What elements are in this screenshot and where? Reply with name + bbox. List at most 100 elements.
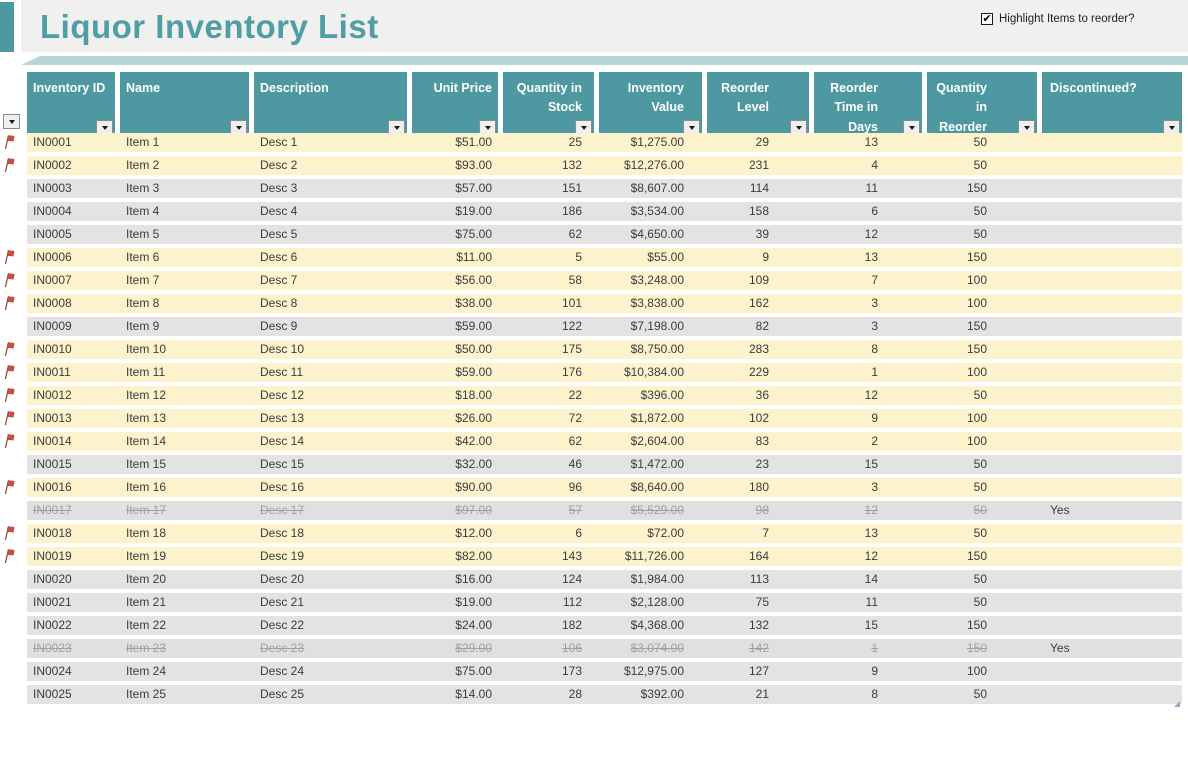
cell-unit_price[interactable]: $56.00: [412, 271, 498, 290]
cell-id[interactable]: IN0022: [27, 616, 115, 635]
cell-discontinued[interactable]: [1042, 593, 1182, 612]
cell-qty_reorder[interactable]: 50: [927, 593, 1037, 612]
cell-id[interactable]: IN0012: [27, 386, 115, 405]
cell-reorder_level[interactable]: 180: [707, 478, 809, 497]
cell-name[interactable]: Item 2: [120, 156, 249, 175]
cell-inv_value[interactable]: $10,384.00: [599, 363, 702, 382]
cell-id[interactable]: IN0025: [27, 685, 115, 704]
cell-reorder_level[interactable]: 23: [707, 455, 809, 474]
cell-unit_price[interactable]: $93.00: [412, 156, 498, 175]
cell-unit_price[interactable]: $51.00: [412, 133, 498, 152]
cell-id[interactable]: IN0006: [27, 248, 115, 267]
cell-discontinued[interactable]: Yes: [1042, 639, 1182, 658]
cell-reorder_days[interactable]: 1: [814, 363, 922, 382]
cell-name[interactable]: Item 7: [120, 271, 249, 290]
cell-discontinued[interactable]: [1042, 570, 1182, 589]
cell-reorder_level[interactable]: 142: [707, 639, 809, 658]
cell-unit_price[interactable]: $59.00: [412, 363, 498, 382]
cell-id[interactable]: IN0010: [27, 340, 115, 359]
cell-qty_reorder[interactable]: 50: [927, 386, 1037, 405]
cell-id[interactable]: IN0008: [27, 294, 115, 313]
cell-id[interactable]: IN0020: [27, 570, 115, 589]
cell-inv_value[interactable]: $3,838.00: [599, 294, 702, 313]
cell-qty_stock[interactable]: 106: [503, 639, 594, 658]
cell-desc[interactable]: Desc 20: [254, 570, 407, 589]
cell-reorder_days[interactable]: 15: [814, 616, 922, 635]
cell-reorder_days[interactable]: 8: [814, 685, 922, 704]
cell-name[interactable]: Item 13: [120, 409, 249, 428]
cell-desc[interactable]: Desc 24: [254, 662, 407, 681]
cell-desc[interactable]: Desc 10: [254, 340, 407, 359]
cell-inv_value[interactable]: $2,604.00: [599, 432, 702, 451]
cell-reorder_days[interactable]: 3: [814, 317, 922, 336]
cell-reorder_level[interactable]: 29: [707, 133, 809, 152]
cell-unit_price[interactable]: $14.00: [412, 685, 498, 704]
cell-name[interactable]: Item 3: [120, 179, 249, 198]
cell-discontinued[interactable]: [1042, 179, 1182, 198]
column-header-id[interactable]: Inventory ID: [27, 72, 115, 137]
cell-desc[interactable]: Desc 21: [254, 593, 407, 612]
cell-id[interactable]: IN0002: [27, 156, 115, 175]
cell-unit_price[interactable]: $75.00: [412, 225, 498, 244]
cell-discontinued[interactable]: [1042, 248, 1182, 267]
column-header-unit_price[interactable]: Unit Price: [412, 72, 498, 137]
cell-qty_stock[interactable]: 186: [503, 202, 594, 221]
cell-unit_price[interactable]: $75.00: [412, 662, 498, 681]
cell-discontinued[interactable]: [1042, 202, 1182, 221]
cell-qty_stock[interactable]: 173: [503, 662, 594, 681]
cell-reorder_days[interactable]: 15: [814, 455, 922, 474]
cell-inv_value[interactable]: $11,726.00: [599, 547, 702, 566]
cell-name[interactable]: Item 16: [120, 478, 249, 497]
cell-id[interactable]: IN0016: [27, 478, 115, 497]
cell-name[interactable]: Item 5: [120, 225, 249, 244]
cell-reorder_days[interactable]: 6: [814, 202, 922, 221]
cell-desc[interactable]: Desc 5: [254, 225, 407, 244]
cell-reorder_level[interactable]: 9: [707, 248, 809, 267]
cell-discontinued[interactable]: [1042, 455, 1182, 474]
cell-inv_value[interactable]: $8,750.00: [599, 340, 702, 359]
cell-reorder_level[interactable]: 7: [707, 524, 809, 543]
cell-qty_reorder[interactable]: 50: [927, 156, 1037, 175]
cell-reorder_level[interactable]: 83: [707, 432, 809, 451]
cell-desc[interactable]: Desc 12: [254, 386, 407, 405]
cell-unit_price[interactable]: $90.00: [412, 478, 498, 497]
column-header-qty_reorder[interactable]: Quantity in Reorder: [927, 72, 1037, 137]
cell-id[interactable]: IN0001: [27, 133, 115, 152]
cell-desc[interactable]: Desc 16: [254, 478, 407, 497]
cell-discontinued[interactable]: [1042, 386, 1182, 405]
cell-qty_stock[interactable]: 132: [503, 156, 594, 175]
cell-desc[interactable]: Desc 15: [254, 455, 407, 474]
cell-desc[interactable]: Desc 19: [254, 547, 407, 566]
cell-desc[interactable]: Desc 4: [254, 202, 407, 221]
cell-qty_stock[interactable]: 62: [503, 225, 594, 244]
cell-reorder_level[interactable]: 82: [707, 317, 809, 336]
cell-inv_value[interactable]: $1,872.00: [599, 409, 702, 428]
cell-desc[interactable]: Desc 1: [254, 133, 407, 152]
cell-reorder_level[interactable]: 164: [707, 547, 809, 566]
cell-inv_value[interactable]: $8,607.00: [599, 179, 702, 198]
cell-reorder_level[interactable]: 127: [707, 662, 809, 681]
column-header-discontinued[interactable]: Discontinued?: [1042, 72, 1182, 137]
cell-qty_reorder[interactable]: 50: [927, 570, 1037, 589]
cell-qty_stock[interactable]: 72: [503, 409, 594, 428]
checkbox-icon[interactable]: ✔: [981, 13, 993, 25]
cell-reorder_days[interactable]: 9: [814, 409, 922, 428]
cell-reorder_days[interactable]: 2: [814, 432, 922, 451]
cell-id[interactable]: IN0024: [27, 662, 115, 681]
cell-desc[interactable]: Desc 13: [254, 409, 407, 428]
cell-unit_price[interactable]: $18.00: [412, 386, 498, 405]
cell-discontinued[interactable]: [1042, 662, 1182, 681]
column-header-inv_value[interactable]: Inventory Value: [599, 72, 702, 137]
cell-id[interactable]: IN0005: [27, 225, 115, 244]
cell-discontinued[interactable]: [1042, 616, 1182, 635]
cell-discontinued[interactable]: [1042, 685, 1182, 704]
cell-qty_reorder[interactable]: 50: [927, 133, 1037, 152]
cell-discontinued[interactable]: [1042, 133, 1182, 152]
cell-qty_reorder[interactable]: 150: [927, 639, 1037, 658]
cell-qty_stock[interactable]: 112: [503, 593, 594, 612]
cell-desc[interactable]: Desc 22: [254, 616, 407, 635]
cell-reorder_level[interactable]: 109: [707, 271, 809, 290]
cell-reorder_level[interactable]: 113: [707, 570, 809, 589]
cell-reorder_days[interactable]: 3: [814, 478, 922, 497]
cell-qty_stock[interactable]: 5: [503, 248, 594, 267]
